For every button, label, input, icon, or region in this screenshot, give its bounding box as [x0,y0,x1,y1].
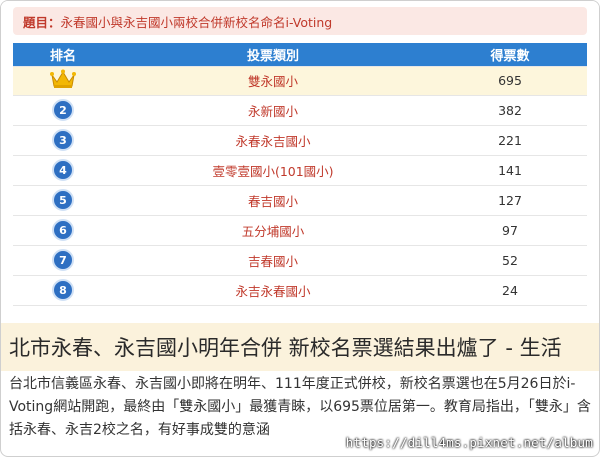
table-row: 雙永國小 695 [13,65,587,95]
rank-cell: 2 [13,94,113,125]
rank-badge: 3 [52,129,74,151]
vote-count: 221 [433,124,587,155]
poll-title-bar: 題目： 永春國小與永吉國小兩校合併新校名命名i-Voting [13,7,587,35]
rank-badge: 7 [52,249,74,271]
vote-count: 382 [433,94,587,125]
header-category: 投票類別 [113,43,433,66]
rank-cell: 4 [13,154,113,185]
rank-badge: 6 [52,219,74,241]
poll-title-label: 題目： [23,14,61,30]
header-votes: 得票數 [433,43,587,66]
rank-badge: 8 [52,279,74,301]
table-row: 6 五分埔國小 97 [13,214,587,245]
rank-badge: 4 [52,159,74,181]
article-headline[interactable]: 北市永春、永吉國小明年合併 新校名票選結果出爐了 - 生活 [1,323,599,371]
poll-results-table: 排名 投票類別 得票數 雙永國小 695 2 永新國小 382 3 永春永吉國小 221 4 壹零… [13,43,587,306]
table-row: 5 春吉國小 127 [13,184,587,215]
vote-count: 141 [433,154,587,185]
poll-results-card: 題目： 永春國小與永吉國小兩校合併新校名命名i-Voting 排名 投票類別 得… [1,1,599,323]
table-row: 7 吉春國小 52 [13,244,587,275]
poll-title-text: 永春國小與永吉國小兩校合併新校名命名i-Voting [60,14,333,30]
category-name: 五分埔國小 [113,214,433,245]
table-header-row: 排名 投票類別 得票數 [13,43,587,66]
vote-count: 97 [433,214,587,245]
header-rank: 排名 [13,43,113,66]
rank-badge: 2 [52,99,74,121]
table-row: 2 永新國小 382 [13,94,587,125]
vote-count: 695 [433,65,587,95]
category-name: 永吉永春國小 [113,274,433,306]
vote-count: 24 [433,274,587,306]
rank-cell: 3 [13,124,113,155]
table-row: 8 永吉永春國小 24 [13,274,587,306]
rank-cell [13,65,113,95]
article-summary: 台北市信義區永春、永吉國小即將在明年、111年度正式併校，新校名票選也在5月26… [9,376,591,438]
rank-cell: 5 [13,184,113,215]
category-name: 春吉國小 [113,184,433,215]
crown-icon [50,69,76,92]
screenshot-frame: 題目： 永春國小與永吉國小兩校合併新校名命名i-Voting 排名 投票類別 得… [0,0,600,457]
rank-cell: 7 [13,244,113,275]
watermark-url: https://dill4ms.pixnet.net/album [345,435,593,450]
rank-cell: 6 [13,214,113,245]
category-name: 永新國小 [113,94,433,125]
category-name: 永春永吉國小 [113,124,433,155]
rank-badge: 5 [52,189,74,211]
rank-cell: 8 [13,274,113,306]
category-name: 吉春國小 [113,244,433,275]
vote-count: 52 [433,244,587,275]
table-row: 3 永春永吉國小 221 [13,124,587,155]
category-name: 雙永國小 [113,65,433,95]
category-name: 壹零壹國小(101國小) [113,154,433,185]
table-row: 4 壹零壹國小(101國小) 141 [13,154,587,185]
vote-count: 127 [433,184,587,215]
